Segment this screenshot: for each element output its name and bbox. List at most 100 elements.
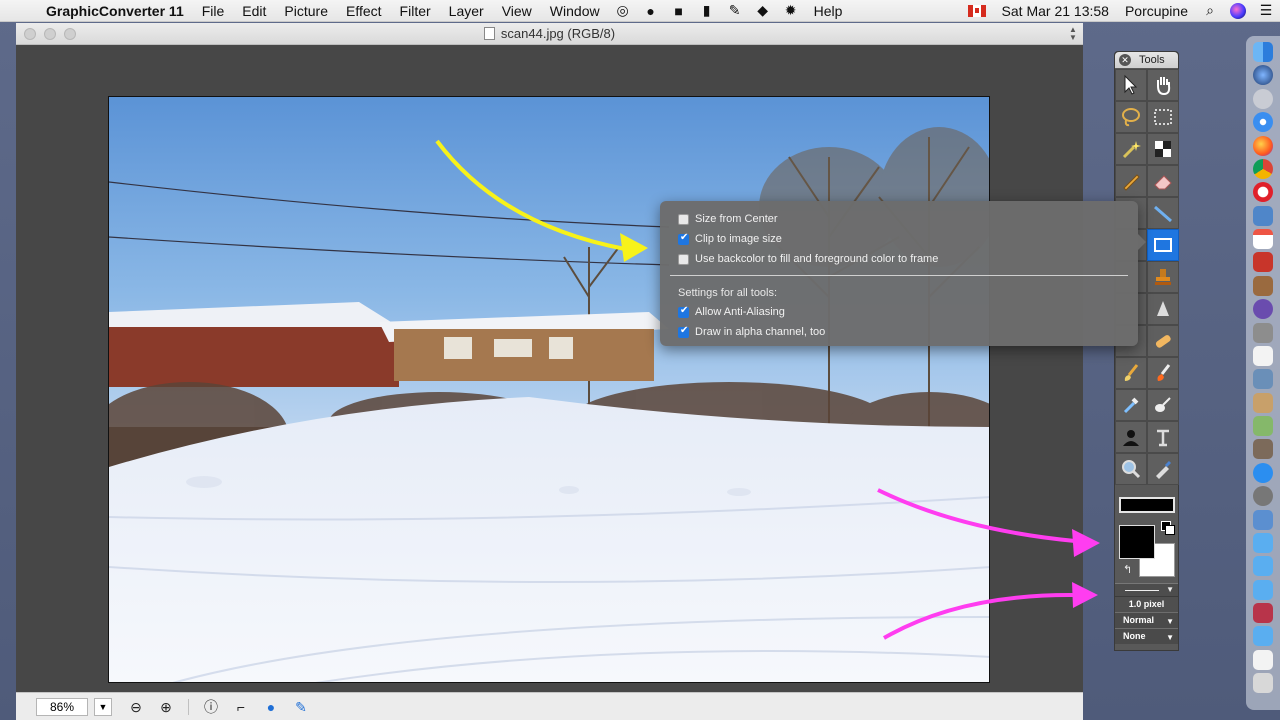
- evernote-icon[interactable]: ◆: [749, 2, 777, 19]
- foreground-color-swatch[interactable]: [1119, 525, 1155, 559]
- bbedit-icon[interactable]: [1253, 299, 1273, 320]
- swap-colors-icon[interactable]: ↰: [1123, 563, 1132, 576]
- safari-icon[interactable]: [1253, 112, 1273, 133]
- bandage-tool-icon[interactable]: [1147, 325, 1179, 357]
- zoom-dropdown-button[interactable]: ▼: [94, 697, 112, 716]
- menu-effect[interactable]: Effect: [337, 3, 391, 19]
- menubar-user[interactable]: Porcupine: [1117, 3, 1196, 19]
- photo-booth-icon-2[interactable]: [1253, 603, 1273, 623]
- image-canvas[interactable]: [108, 96, 990, 683]
- image-capture-icon[interactable]: [1253, 416, 1273, 436]
- trash-icon[interactable]: [1253, 673, 1273, 694]
- menu-layer[interactable]: Layer: [440, 3, 493, 19]
- silhouette-tool-icon[interactable]: [1115, 421, 1147, 453]
- arrow-tool-icon[interactable]: [1115, 69, 1147, 101]
- mojave-icon[interactable]: [1253, 65, 1273, 86]
- notification-center-icon[interactable]: ☰: [1252, 2, 1280, 19]
- photo-app-icon-2[interactable]: [1253, 509, 1273, 530]
- line-tool-icon[interactable]: [1147, 197, 1179, 229]
- magic-wand-icon[interactable]: [1115, 133, 1147, 165]
- title-stepper-icon[interactable]: ▲ ▼: [1067, 26, 1079, 42]
- person-icon[interactable]: ●: [637, 3, 665, 19]
- script-icon[interactable]: [1253, 392, 1273, 413]
- chrome-icon[interactable]: [1253, 158, 1273, 179]
- close-button[interactable]: [24, 28, 36, 40]
- target-icon[interactable]: ◎: [609, 2, 637, 19]
- brush-tool-icon[interactable]: [1115, 357, 1147, 389]
- option-size-from-center[interactable]: Size from Center: [678, 209, 1120, 229]
- menu-filter[interactable]: Filter: [391, 3, 440, 19]
- launchpad-icon[interactable]: [1253, 88, 1273, 109]
- menubar-clock[interactable]: Sat Mar 21 13:58: [994, 3, 1117, 19]
- default-colors-icon[interactable]: [1161, 521, 1175, 535]
- system-preferences-icon[interactable]: [1253, 486, 1273, 507]
- opera-icon[interactable]: [1253, 182, 1273, 203]
- photos-app-icon[interactable]: [1253, 369, 1273, 390]
- zoom-out-icon[interactable]: ⊖: [124, 697, 148, 717]
- app-store-icon[interactable]: [1253, 462, 1273, 483]
- graphicconverter-icon[interactable]: [1253, 322, 1273, 343]
- photo-booth-icon[interactable]: [1253, 439, 1273, 460]
- line-style-dropdown[interactable]: [1115, 583, 1178, 597]
- canvas-area[interactable]: [16, 45, 1083, 692]
- stamp-tool-icon[interactable]: [1147, 261, 1179, 293]
- color-preview-bar[interactable]: [1119, 497, 1175, 513]
- document-icon-dock[interactable]: [1253, 649, 1273, 670]
- gear-icon[interactable]: ✹: [777, 2, 805, 19]
- zoom-button[interactable]: [64, 28, 76, 40]
- notes-icon[interactable]: [1253, 275, 1273, 296]
- preview-icon[interactable]: [1253, 205, 1273, 226]
- folder-icon-2[interactable]: [1253, 556, 1273, 577]
- menu-picture[interactable]: Picture: [275, 3, 337, 19]
- clamp-tool-icon[interactable]: [1147, 421, 1179, 453]
- rectangle-tool-icon[interactable]: [1147, 229, 1179, 261]
- finder-icon[interactable]: [1253, 42, 1273, 62]
- wrench-icon[interactable]: ✎: [289, 697, 313, 717]
- transparency-tool-icon[interactable]: [1147, 133, 1179, 165]
- option-use-backcolor[interactable]: Use backcolor to fill and foreground col…: [678, 249, 1120, 269]
- menu-edit[interactable]: Edit: [233, 3, 275, 19]
- cone-tool-icon[interactable]: [1147, 293, 1179, 325]
- tools-palette-header[interactable]: ✕ Tools: [1115, 52, 1178, 68]
- folder-icon[interactable]: [1253, 532, 1273, 553]
- lasso-tool-icon[interactable]: [1115, 101, 1147, 133]
- pen-icon[interactable]: ✎: [721, 2, 749, 19]
- zoom-level-field[interactable]: 86%: [36, 697, 88, 716]
- color-profile-icon[interactable]: ●: [259, 697, 283, 717]
- folder-icon-4[interactable]: [1253, 626, 1273, 647]
- option-anti-aliasing[interactable]: Allow Anti-Aliasing: [678, 302, 1120, 322]
- magnifier-tool-icon[interactable]: [1115, 453, 1147, 485]
- menu-file[interactable]: File: [193, 3, 234, 19]
- blend-mode-dropdown[interactable]: Normal: [1115, 612, 1178, 629]
- clip-to-image-checkbox[interactable]: [678, 232, 689, 245]
- info-icon[interactable]: ⓘ: [199, 697, 223, 717]
- canada-flag-icon[interactable]: [967, 4, 986, 17]
- firefox-icon[interactable]: [1253, 135, 1273, 156]
- eraser-tool-icon[interactable]: [1147, 165, 1179, 197]
- menu-help[interactable]: Help: [805, 3, 852, 19]
- option-clip-to-image[interactable]: Clip to image size: [678, 229, 1120, 249]
- spoon-tool-icon[interactable]: [1147, 389, 1179, 421]
- pencil-tool-icon[interactable]: [1115, 165, 1147, 197]
- paint-tube-tool-icon[interactable]: [1147, 453, 1179, 485]
- eyedropper-tool-icon[interactable]: [1115, 389, 1147, 421]
- zoom-in-icon[interactable]: ⊕: [154, 697, 178, 717]
- search-icon[interactable]: ⌕: [1196, 2, 1224, 19]
- option-alpha-channel[interactable]: Draw in alpha channel, too: [678, 322, 1120, 342]
- use-backcolor-checkbox[interactable]: [678, 253, 689, 265]
- hand-tool-icon[interactable]: [1147, 69, 1179, 101]
- minimize-button[interactable]: [44, 28, 56, 40]
- app-menu[interactable]: GraphicConverter 11: [36, 3, 193, 19]
- anti-aliasing-checkbox[interactable]: [678, 305, 689, 318]
- menu-view[interactable]: View: [493, 3, 541, 19]
- textedit-icon[interactable]: [1253, 345, 1273, 366]
- camera-icon[interactable]: ■: [665, 3, 693, 19]
- pattern-dropdown[interactable]: None: [1115, 628, 1178, 645]
- calendar-icon[interactable]: [1253, 229, 1273, 249]
- size-from-center-checkbox[interactable]: [678, 213, 689, 225]
- ruler-icon[interactable]: ⌐: [229, 697, 253, 717]
- siri-icon[interactable]: [1230, 2, 1246, 19]
- folder-icon-3[interactable]: [1253, 579, 1273, 600]
- marquee-tool-icon[interactable]: [1147, 101, 1179, 133]
- alpha-channel-checkbox[interactable]: [678, 325, 689, 338]
